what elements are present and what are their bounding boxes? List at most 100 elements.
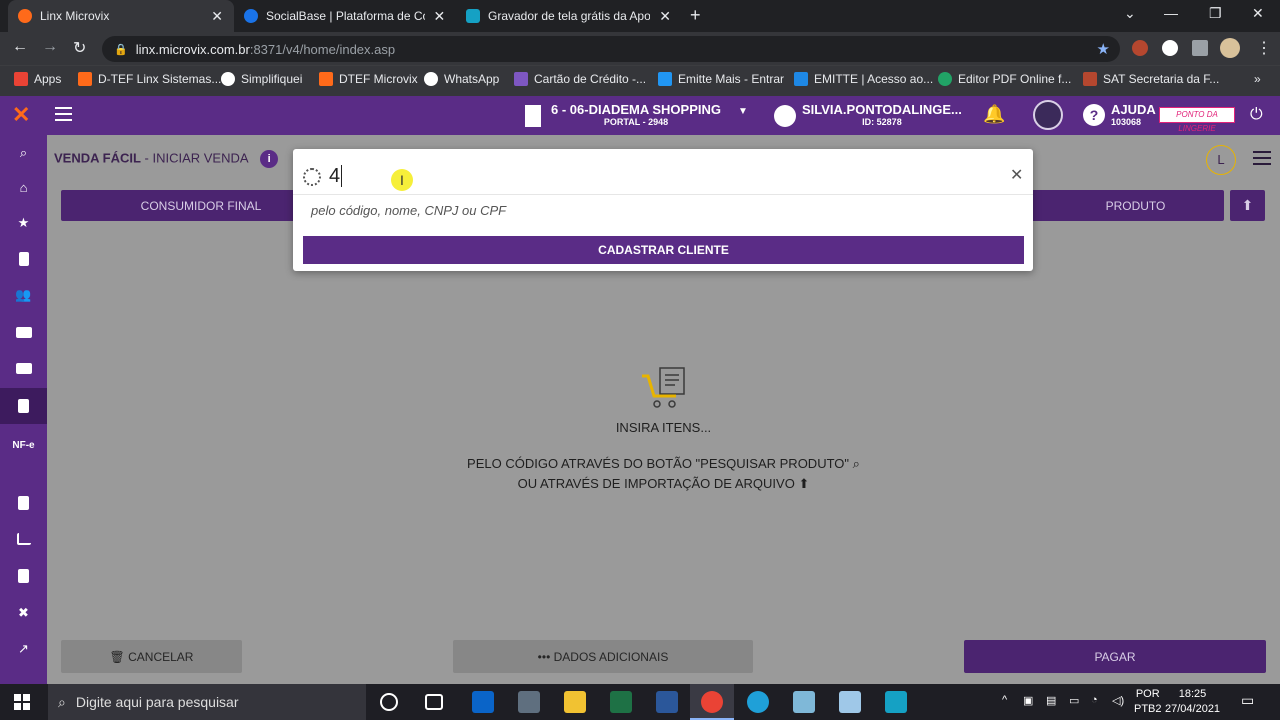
linx-logo-icon[interactable]: ✕ <box>12 104 34 126</box>
assistant-avatar[interactable] <box>1033 100 1063 130</box>
bookmark-dtef-microvix[interactable]: DTEF Microvix <box>319 72 418 86</box>
windows-start-icon[interactable] <box>14 694 30 710</box>
clock-date: 27/04/2021 <box>1165 703 1221 715</box>
tray-volume-icon[interactable]: ◁) <box>1112 694 1124 707</box>
close-tab-icon[interactable]: ✕ <box>658 8 672 25</box>
register-customer-button[interactable]: CADASTRAR CLIENTE <box>303 236 1024 264</box>
back-button[interactable]: ← <box>12 38 28 56</box>
sidebar-item-settings[interactable]: ✖ <box>0 595 47 631</box>
customer-search-input[interactable]: 4 <box>329 165 343 187</box>
add-extension-icon[interactable] <box>1162 40 1178 56</box>
recorder-icon[interactable] <box>885 691 907 713</box>
bookmark-pdf[interactable]: Editor PDF Online f... <box>938 72 1071 86</box>
outlook-icon[interactable] <box>472 691 494 713</box>
user-avatar-circle[interactable]: L <box>1206 145 1236 175</box>
tray-wifi-icon[interactable]: ◔ <box>1091 694 1098 706</box>
bookmark-star-icon[interactable]: ★ <box>1097 40 1110 58</box>
sidebar-item-clipboard[interactable] <box>0 485 47 521</box>
close-icon[interactable]: ✕ <box>1010 165 1023 185</box>
excel-icon[interactable] <box>610 691 632 713</box>
bookmark-emitte-mais[interactable]: Emitte Mais - Entrar <box>658 72 784 86</box>
cortana-icon[interactable] <box>380 693 398 711</box>
calculator-icon[interactable] <box>518 691 540 713</box>
profile-avatar[interactable] <box>1220 38 1240 58</box>
sidebar-item-files[interactable] <box>0 558 47 594</box>
task-view-icon[interactable] <box>425 694 443 710</box>
menu-toggle-icon[interactable] <box>55 107 72 121</box>
additional-data-button[interactable]: ••• DADOS ADICIONAIS <box>453 640 753 673</box>
browser-tab-apowersoft[interactable]: Gravador de tela grátis da Apowe ✕ <box>456 0 682 32</box>
sidebar-item-favorites[interactable]: ★ <box>0 205 47 241</box>
pay-button[interactable]: PAGAR <box>964 640 1266 673</box>
more-bookmarks-icon[interactable]: » <box>1254 72 1261 86</box>
trash-icon: 🗑 <box>109 649 125 664</box>
import-button[interactable]: ⬆ <box>1230 190 1265 221</box>
search-icon: ⌕ <box>852 456 860 471</box>
notification-icon[interactable]: ▭ <box>1241 692 1254 709</box>
sidebar-item-stock[interactable] <box>0 350 47 386</box>
close-window-button[interactable]: ✕ <box>1252 5 1264 22</box>
options-menu-icon[interactable] <box>1253 151 1271 165</box>
app-icon[interactable] <box>839 691 861 713</box>
recorder-icon <box>466 9 480 23</box>
sidebar-item-company[interactable] <box>0 241 47 277</box>
tray-chevron-icon[interactable]: ^ <box>1002 694 1007 706</box>
remote-desktop-icon[interactable] <box>793 691 815 713</box>
sidebar-item-analytics[interactable]: ↗ <box>0 631 47 667</box>
tray-network-icon[interactable]: ▤ <box>1046 694 1056 707</box>
sidebar: ⌕ ⌂ ★ 👥 NF-e ✖ ↗ <box>0 135 47 684</box>
user-info[interactable]: SILVIA.PONTODALINGE... ID: 52878 <box>774 102 962 127</box>
forward-button[interactable]: → <box>42 38 58 56</box>
extension-icon[interactable] <box>1132 40 1148 56</box>
lang-code: POR <box>1135 688 1160 700</box>
search-product-button[interactable]: PRODUTO <box>1007 190 1224 221</box>
menu-dots-icon[interactable]: ⋮ <box>1256 38 1272 58</box>
chevron-down-icon[interactable]: ▼ <box>738 106 748 117</box>
word-icon[interactable] <box>656 691 678 713</box>
close-tab-icon[interactable]: ✕ <box>210 8 224 25</box>
browser-tab-socialbase[interactable]: SocialBase | Plataforma de Comu ✕ <box>234 0 456 32</box>
power-icon[interactable]: ⏻ <box>1250 106 1263 124</box>
store-selector[interactable]: 6 - 06-DIADEMA SHOPPING PORTAL - 2948 <box>525 102 721 127</box>
cancel-button[interactable]: 🗑 CANCELAR <box>61 640 242 673</box>
puzzle-icon[interactable] <box>1192 40 1208 56</box>
sidebar-item-reports[interactable] <box>0 521 47 557</box>
close-tab-icon[interactable]: ✕ <box>433 8 446 25</box>
bookmark-whatsapp[interactable]: WhatsApp <box>424 72 499 86</box>
bookmark-cartao[interactable]: Cartão de Crédito -... <box>514 72 646 86</box>
sidebar-item-sales[interactable] <box>0 388 47 424</box>
minimize-button[interactable]: — <box>1164 5 1178 21</box>
sidebar-item-finance[interactable] <box>0 314 47 350</box>
new-tab-button[interactable]: + <box>690 5 701 26</box>
bell-icon[interactable]: 🔔 <box>983 104 1005 125</box>
reload-button[interactable]: ↻ <box>73 38 86 58</box>
sidebar-item-users[interactable]: 👥 <box>0 277 47 313</box>
clock[interactable]: 18:25 27/04/2021 <box>1165 687 1220 717</box>
info-icon[interactable]: i <box>260 150 279 168</box>
cart-icon <box>642 367 685 408</box>
edge-icon[interactable] <box>747 691 769 713</box>
bookmark-label: Emitte Mais - Entrar <box>678 72 785 86</box>
sidebar-item-home[interactable]: ⌂ <box>0 169 47 205</box>
bookmark-apps[interactable]: Apps <box>14 72 61 86</box>
bookmark-dtef[interactable]: D-TEF Linx Sistemas... <box>78 72 221 86</box>
sidebar-item-nfe[interactable]: NF-e <box>0 427 47 463</box>
taskbar-search[interactable]: ⌕ Digite aqui para pesquisar <box>48 684 366 720</box>
bookmark-emitte[interactable]: EMITTE | Acesso ao... <box>794 72 933 86</box>
empty-state-title: INSIRA ITENS... <box>615 420 712 435</box>
bookmark-sat[interactable]: SAT Secretaria da F... <box>1083 72 1219 86</box>
maximize-button[interactable]: ❐ <box>1209 5 1222 22</box>
help-button[interactable]: ? AJUDA 103068 <box>1083 102 1156 127</box>
customer-search-modal: 4 I ✕ pelo código, nome, CNPJ ou CPF CAD… <box>293 149 1033 271</box>
address-bar[interactable]: 🔒 linx.microvix.com.br:8371/v4/home/inde… <box>102 36 1120 62</box>
tab-search-icon[interactable]: ⌄ <box>1124 5 1136 22</box>
users-icon: 👥 <box>15 287 32 302</box>
store-portal: PORTAL - 2948 <box>603 117 669 127</box>
sidebar-item-search[interactable]: ⌕ <box>0 135 47 171</box>
bookmark-simplifiquei[interactable]: Simplifiquei <box>221 72 302 86</box>
file-explorer-icon[interactable] <box>564 691 586 713</box>
language-indicator[interactable]: POR PTB2 <box>1134 687 1162 717</box>
browser-tab-linx[interactable]: Linx Microvix ✕ <box>8 0 234 32</box>
tray-display-icon[interactable]: ▭ <box>1069 694 1079 707</box>
tray-app-icon[interactable]: ▣ <box>1023 694 1033 707</box>
